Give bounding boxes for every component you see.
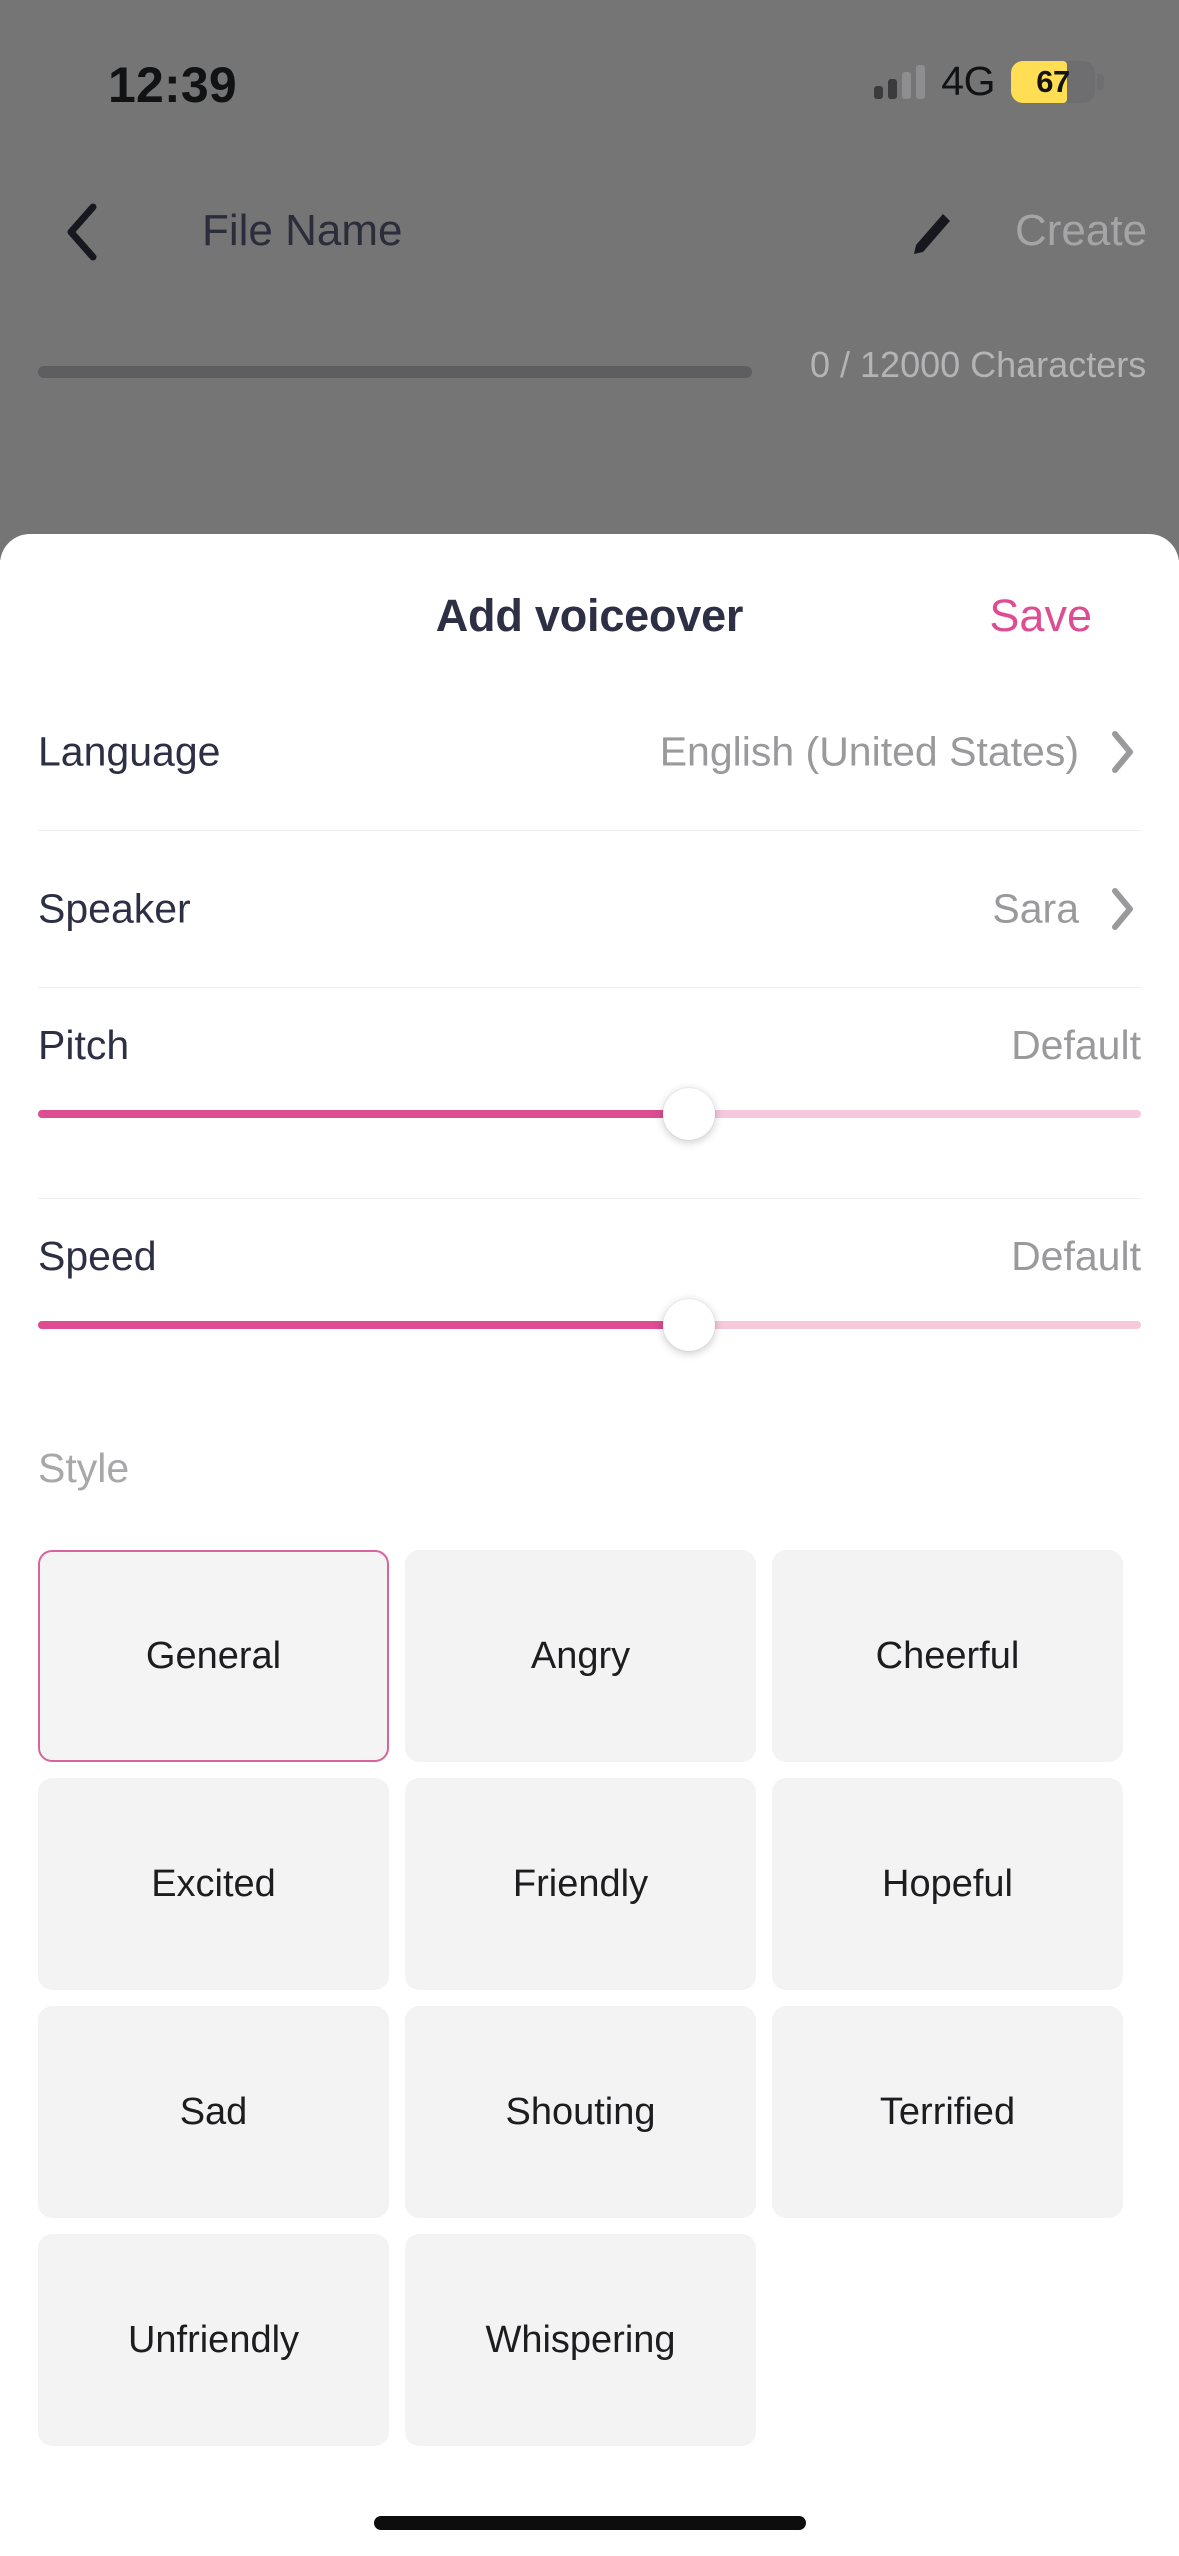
style-chip-whispering[interactable]: Whispering bbox=[405, 2234, 756, 2446]
style-chip-label: Hopeful bbox=[882, 1862, 1013, 1905]
phone-screen: 12:39 4G 67 File Name Create 0 / 12000 C… bbox=[0, 0, 1179, 2556]
save-button[interactable]: Save bbox=[989, 590, 1092, 642]
pitch-slider-thumb[interactable] bbox=[662, 1088, 715, 1140]
character-progress-bar bbox=[38, 366, 752, 378]
pitch-label: Pitch bbox=[38, 1022, 130, 1068]
style-chip-label: Excited bbox=[151, 1862, 276, 1905]
pitch-slider-block: Pitch Default bbox=[38, 988, 1141, 1198]
battery-level-label: 67 bbox=[1036, 63, 1070, 99]
style-chip-label: Cheerful bbox=[875, 1634, 1020, 1677]
style-chip-label: Whispering bbox=[485, 2318, 676, 2361]
speed-slider[interactable] bbox=[38, 1295, 1141, 1355]
style-section-label: Style bbox=[38, 1445, 130, 1491]
pitch-value: Default bbox=[1011, 1022, 1141, 1068]
style-chip-excited[interactable]: Excited bbox=[38, 1778, 389, 1990]
style-chip-angry[interactable]: Angry bbox=[405, 1550, 756, 1762]
sheet-header: Add voiceover Save bbox=[0, 534, 1179, 674]
character-count-label: 0 / 12000 Characters bbox=[810, 344, 1147, 385]
speed-slider-block: Speed Default bbox=[38, 1199, 1141, 1409]
status-bar-time: 12:39 bbox=[108, 57, 237, 113]
style-chip-label: Sad bbox=[179, 2090, 248, 2133]
battery-icon: 67 bbox=[1011, 60, 1104, 103]
style-chip-label: Friendly bbox=[512, 1862, 649, 1905]
home-indicator bbox=[373, 2516, 806, 2530]
style-chip-label: Angry bbox=[530, 1634, 631, 1677]
style-chip-general[interactable]: General bbox=[38, 1550, 389, 1762]
style-chip-sad[interactable]: Sad bbox=[38, 2006, 389, 2218]
chevron-left-icon[interactable] bbox=[46, 192, 116, 272]
style-chip-terrified[interactable]: Terrified bbox=[772, 2006, 1123, 2218]
speed-slider-fill bbox=[38, 1321, 689, 1329]
style-chip-hopeful[interactable]: Hopeful bbox=[772, 1778, 1123, 1990]
speaker-label: Speaker bbox=[38, 885, 191, 932]
speed-value: Default bbox=[1011, 1233, 1141, 1279]
cellular-signal-icon bbox=[874, 64, 926, 99]
add-voiceover-sheet: Add voiceover Save Language English (Uni… bbox=[0, 534, 1179, 2556]
status-bar-indicators: 4G 67 bbox=[874, 58, 1104, 105]
style-options-grid: General Angry Cheerful Excited Friendly Hopef… bbox=[38, 1550, 1123, 2446]
style-chip-label: Shouting bbox=[505, 2090, 656, 2133]
speed-slider-thumb[interactable] bbox=[662, 1299, 715, 1351]
style-chip-shouting[interactable]: Shouting bbox=[405, 2006, 756, 2218]
speed-slider-header: Speed Default bbox=[38, 1199, 1141, 1295]
chevron-right-icon[interactable] bbox=[1105, 888, 1141, 930]
style-chip-cheerful[interactable]: Cheerful bbox=[772, 1550, 1123, 1762]
page-title: File Name bbox=[202, 206, 403, 255]
language-row[interactable]: Language English (United States) bbox=[38, 674, 1141, 830]
status-bar: 12:39 4G 67 bbox=[0, 0, 1179, 140]
style-chip-unfriendly[interactable]: Unfriendly bbox=[38, 2234, 389, 2446]
pitch-slider-header: Pitch Default bbox=[38, 988, 1141, 1084]
language-label: Language bbox=[38, 728, 221, 775]
style-chip-friendly[interactable]: Friendly bbox=[405, 1778, 756, 1990]
pitch-slider-fill bbox=[38, 1110, 689, 1118]
style-chip-label: Unfriendly bbox=[127, 2318, 300, 2361]
chevron-right-icon[interactable] bbox=[1105, 731, 1141, 773]
language-value: English (United States) bbox=[659, 728, 1079, 775]
style-chip-label: General bbox=[145, 1634, 282, 1677]
app-header: File Name Create bbox=[0, 182, 1179, 302]
pitch-slider[interactable] bbox=[38, 1084, 1141, 1144]
pencil-icon[interactable] bbox=[898, 202, 962, 266]
battery-cap bbox=[1097, 73, 1104, 90]
character-counter-row: 0 / 12000 Characters bbox=[0, 344, 1179, 412]
speed-label: Speed bbox=[38, 1233, 157, 1279]
style-chip-label: Terrified bbox=[879, 2090, 1016, 2133]
network-type-label: 4G bbox=[941, 58, 995, 104]
speaker-value: Sara bbox=[992, 885, 1079, 932]
dimmed-backdrop[interactable]: 12:39 4G 67 File Name Create 0 / 12000 C… bbox=[0, 0, 1179, 560]
create-button[interactable]: Create bbox=[1015, 206, 1147, 256]
speaker-row[interactable]: Speaker Sara bbox=[38, 831, 1141, 987]
